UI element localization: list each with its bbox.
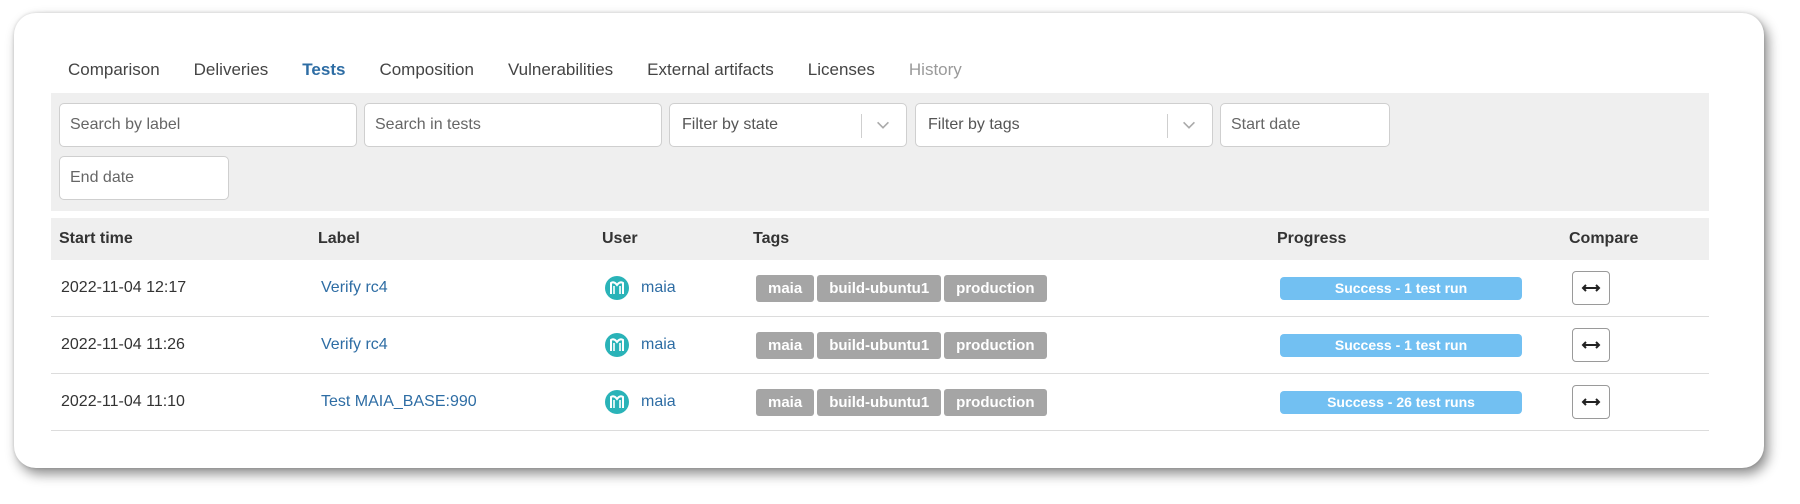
header-label[interactable]: Label xyxy=(318,218,360,260)
filter-by-state-select[interactable]: Filter by state xyxy=(669,103,907,147)
tab-external-artifacts[interactable]: External artifacts xyxy=(630,43,791,97)
filter-panel: Filter by state Filter by tags xyxy=(51,93,1709,211)
row-progress: Success - 1 test run xyxy=(1280,260,1522,316)
row-user-name[interactable]: maia xyxy=(641,279,676,297)
chevron-down-icon[interactable] xyxy=(1180,116,1198,134)
tab-licenses[interactable]: Licenses xyxy=(791,43,892,97)
tag-badge: production xyxy=(944,388,1047,416)
row-start-time: 2022-11-04 12:17 xyxy=(61,279,187,296)
tag-badge: maia xyxy=(756,388,815,416)
tab-tests[interactable]: Tests xyxy=(285,43,363,97)
row-user[interactable]: maia xyxy=(605,374,676,430)
tab-deliveries[interactable]: Deliveries xyxy=(177,43,286,97)
row-tags: maia build-ubuntu1 production xyxy=(756,260,1050,316)
row-compare xyxy=(1572,317,1610,373)
progress-status-bar: Success - 1 test run xyxy=(1280,276,1522,300)
filter-by-tags-select[interactable]: Filter by tags xyxy=(915,103,1213,147)
double-arrow-icon xyxy=(1581,284,1601,292)
filter-by-state-placeholder: Filter by state xyxy=(682,116,779,133)
row-user[interactable]: maia xyxy=(605,260,676,316)
row-label-link[interactable]: Verify rc4 xyxy=(321,260,388,316)
row-label-link[interactable]: Verify rc4 xyxy=(321,317,388,373)
header-tags: Tags xyxy=(753,230,790,247)
row-compare xyxy=(1572,374,1610,430)
double-arrow-icon xyxy=(1581,341,1601,349)
header-compare: Compare xyxy=(1569,230,1639,247)
content-card: Comparison Deliveries Tests Composition … xyxy=(14,13,1764,468)
header-user[interactable]: User xyxy=(602,218,638,260)
tag-badge: production xyxy=(944,331,1047,359)
chevron-down-icon[interactable] xyxy=(874,116,892,134)
row-user-name[interactable]: maia xyxy=(641,336,676,354)
row-compare xyxy=(1572,260,1610,316)
row-progress: Success - 26 test runs xyxy=(1280,374,1522,430)
row-tags: maia build-ubuntu1 production xyxy=(756,374,1050,430)
tag-badge: maia xyxy=(756,331,815,359)
row-user-name[interactable]: maia xyxy=(641,393,676,411)
double-arrow-icon xyxy=(1581,398,1601,406)
progress-status-bar: Success - 26 test runs xyxy=(1280,390,1522,414)
tag-badge: build-ubuntu1 xyxy=(817,331,942,359)
select-separator xyxy=(861,114,862,138)
row-label-link[interactable]: Test MAIA_BASE:990 xyxy=(321,374,477,430)
row-tags: maia build-ubuntu1 production xyxy=(756,317,1050,373)
table-row: 2022-11-04 11:26 Verify rc4 maia maia bu… xyxy=(51,317,1709,374)
search-in-tests-input[interactable] xyxy=(364,103,662,147)
tag-badge: production xyxy=(944,274,1047,302)
compare-button[interactable] xyxy=(1572,328,1610,362)
start-date-input[interactable] xyxy=(1220,103,1390,147)
compare-button[interactable] xyxy=(1572,385,1610,419)
tag-badge: build-ubuntu1 xyxy=(817,388,942,416)
end-date-input[interactable] xyxy=(59,156,229,200)
table-row: 2022-11-04 12:17 Verify rc4 maia maia bu… xyxy=(51,260,1709,317)
table-header: Start time Label User Tags Progress Comp… xyxy=(51,218,1709,260)
row-start-time: 2022-11-04 11:26 xyxy=(61,336,185,353)
tab-vulnerabilities[interactable]: Vulnerabilities xyxy=(491,43,630,97)
tab-history: History xyxy=(908,60,962,79)
header-start-time[interactable]: Start time xyxy=(59,218,133,260)
tag-badge: maia xyxy=(756,274,815,302)
table-row: 2022-11-04 11:10 Test MAIA_BASE:990 maia… xyxy=(51,374,1709,431)
search-by-label-input[interactable] xyxy=(59,103,357,147)
select-separator xyxy=(1167,114,1168,138)
tab-bar: Comparison Deliveries Tests Composition … xyxy=(51,43,1709,98)
tab-comparison[interactable]: Comparison xyxy=(51,43,177,97)
user-avatar-icon xyxy=(605,390,629,414)
row-user[interactable]: maia xyxy=(605,317,676,373)
tag-badge: build-ubuntu1 xyxy=(817,274,942,302)
user-avatar-icon xyxy=(605,276,629,300)
user-avatar-icon xyxy=(605,333,629,357)
header-progress: Progress xyxy=(1277,230,1347,247)
compare-button[interactable] xyxy=(1572,271,1610,305)
filter-by-tags-placeholder: Filter by tags xyxy=(928,116,1020,133)
row-progress: Success - 1 test run xyxy=(1280,317,1522,373)
progress-status-bar: Success - 1 test run xyxy=(1280,333,1522,357)
tab-composition[interactable]: Composition xyxy=(362,43,491,97)
row-start-time: 2022-11-04 11:10 xyxy=(61,393,185,410)
